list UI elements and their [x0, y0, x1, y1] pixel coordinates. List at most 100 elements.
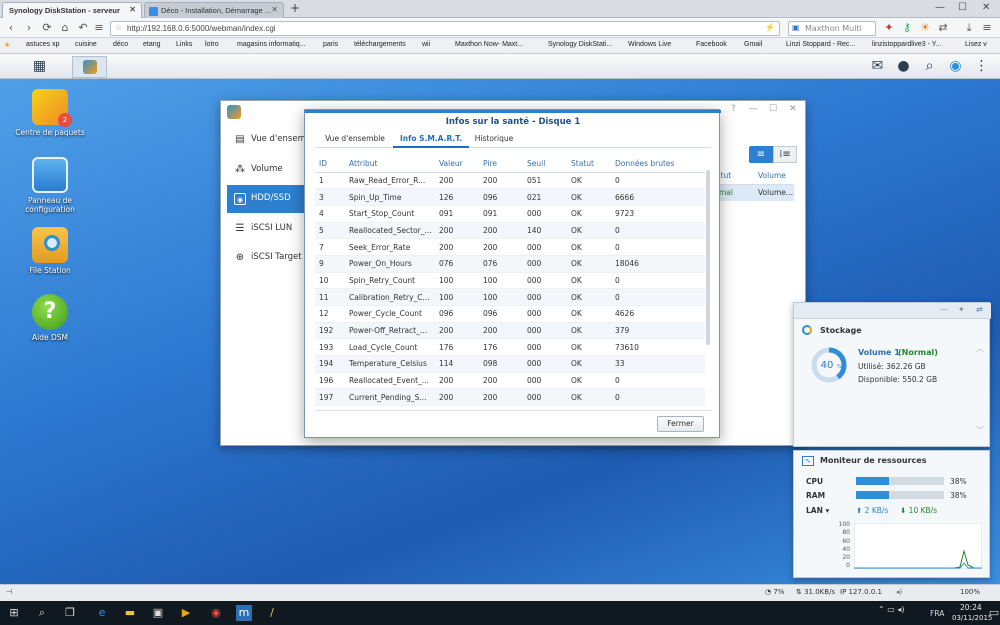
- table-row[interactable]: 10 Spin_Retry_Count 100 100 000 OK 0: [315, 272, 705, 290]
- column-header-raw-data[interactable]: Données brutes: [611, 156, 705, 173]
- column-header-worst[interactable]: Pire: [479, 156, 523, 173]
- input-language[interactable]: FRA: [930, 609, 944, 618]
- help-icon[interactable]: ?: [731, 104, 736, 114]
- table-row[interactable]: 193 Load_Cycle_Count 176 176 000 OK 73610: [315, 338, 705, 357]
- pin-icon[interactable]: ✦: [882, 21, 896, 35]
- minimize-icon[interactable]: —: [940, 305, 948, 314]
- chevron-up-icon[interactable]: ︿: [976, 343, 984, 354]
- back-icon[interactable]: ‹: [4, 21, 18, 35]
- table-row[interactable]: 3 Spin_Up_Time 126 096 021 OK 6666: [315, 188, 705, 206]
- forward-icon[interactable]: ›: [22, 21, 36, 35]
- minimize-icon[interactable]: —: [935, 2, 945, 13]
- close-button[interactable]: Fermer: [657, 416, 704, 432]
- download-icon[interactable]: ⤓: [962, 21, 976, 35]
- bookmark[interactable]: Facebook: [696, 41, 727, 48]
- table-row[interactable]: 5 Reallocated_Sector_... 200 200 140 OK 0: [315, 222, 705, 240]
- options-icon[interactable]: ⋮: [972, 57, 991, 76]
- feather-icon[interactable]: ∕: [264, 605, 280, 621]
- lan-label[interactable]: LAN ▾: [806, 506, 829, 515]
- bookmark[interactable]: paris: [323, 41, 338, 48]
- bookmark[interactable]: Linzi Stoppard - Rec...: [786, 41, 855, 48]
- notification-icon[interactable]: ✉: [868, 57, 887, 76]
- bookmark[interactable]: astuces xp: [26, 41, 59, 48]
- zoom-level[interactable]: 100%: [960, 588, 980, 596]
- table-row[interactable]: 4 Start_Stop_Count 091 091 000 OK 9723: [315, 205, 705, 223]
- search-icon[interactable]: ⌕: [920, 57, 939, 76]
- sidebar-item-volume[interactable]: ⁂ Volume: [227, 156, 305, 184]
- table-row[interactable]: 194 Temperature_Celsius 114 098 000 OK 33: [315, 355, 705, 373]
- widgets-icon[interactable]: ◉: [946, 57, 965, 76]
- storage-manager-taskbar-button[interactable]: [72, 56, 107, 78]
- column-header-value[interactable]: Valeur: [435, 156, 479, 173]
- menu-icon[interactable]: ≡: [92, 21, 106, 35]
- favorites-star-icon[interactable]: ★: [4, 41, 10, 49]
- table-row[interactable]: 7 Seek_Error_Rate 200 200 000 OK 0: [315, 238, 705, 256]
- sidebar-item-iscsi-target[interactable]: ⊕ iSCSI Target: [227, 244, 305, 272]
- table-row[interactable]: 197 Current_Pending_S... 200 200 000 OK 0: [315, 388, 705, 407]
- table-row[interactable]: 12 Power_Cycle_Count 096 096 000 OK 4626: [315, 305, 705, 323]
- mute-icon[interactable]: ◂): [896, 588, 902, 596]
- sidebar-toggle-icon[interactable]: ⊣: [6, 588, 12, 596]
- list-view-button[interactable]: ≡: [749, 146, 773, 163]
- table-row[interactable]: 196 Reallocated_Event_... 200 200 000 OK 0: [315, 372, 705, 390]
- table-row[interactable]: 192 Power-Off_Retract_... 200 200 000 OK 379: [315, 322, 705, 340]
- bookmark[interactable]: etang: [143, 41, 161, 48]
- pin-icon[interactable]: ✦: [958, 305, 965, 314]
- bookmark[interactable]: téléchargements: [354, 41, 406, 48]
- tab-history[interactable]: Historique: [469, 130, 519, 148]
- bookmark[interactable]: linzistoppardlive3 - Y...: [872, 41, 941, 48]
- smart-table-container[interactable]: ID Attribut Valeur Pire Seuil Statut Don…: [315, 156, 705, 411]
- bookmark[interactable]: Lisez v: [965, 41, 987, 48]
- new-tab-icon[interactable]: +: [290, 1, 300, 15]
- browser-tab-active[interactable]: Synology DiskStation - serveur ✕: [2, 2, 142, 18]
- reload-icon[interactable]: ⟳: [40, 21, 54, 35]
- task-view-icon[interactable]: ❐: [62, 605, 78, 621]
- grid-view-button[interactable]: ⁞≡: [773, 146, 797, 163]
- close-icon[interactable]: ✕: [789, 104, 797, 114]
- column-header-threshold[interactable]: Seuil: [523, 156, 567, 173]
- bookmark[interactable]: magasins informatiq...: [237, 41, 305, 48]
- windows-start-icon[interactable]: ⊞: [6, 605, 22, 621]
- share-icon[interactable]: ⇄: [936, 21, 950, 35]
- table-row[interactable]: 1 Raw_Read_Error_R... 200 200 051 OK 0: [315, 172, 705, 190]
- close-icon[interactable]: ✕: [271, 5, 278, 14]
- widget-settings-icon[interactable]: ⇌: [976, 305, 983, 314]
- search-input[interactable]: ▣ Maxthon Multi: [788, 21, 876, 36]
- sidebar-item-hdd-ssd[interactable]: ◉ HDD/SSD: [227, 185, 305, 213]
- disk-table-row[interactable]: rmal Volume...: [716, 185, 794, 201]
- media-player-icon[interactable]: ▶: [178, 605, 194, 621]
- volume-name[interactable]: Volume 1: [858, 348, 900, 357]
- bookmark[interactable]: Links: [176, 41, 192, 48]
- bookmark[interactable]: wii: [422, 41, 430, 48]
- main-menu-icon[interactable]: ▦: [30, 57, 49, 76]
- bookmark[interactable]: cuisine: [75, 41, 97, 48]
- bookmark[interactable]: déco: [113, 41, 128, 48]
- user-icon[interactable]: ●: [894, 57, 913, 76]
- maxthon-icon[interactable]: m: [236, 605, 252, 621]
- desktop-icon-package-center[interactable]: 2 Centre de paquets: [15, 89, 85, 137]
- tab-overview[interactable]: Vue d'ensemble: [319, 130, 391, 148]
- browser-tab[interactable]: Déco - Installation, Démarrage ... ✕: [144, 2, 284, 18]
- column-header-status[interactable]: Statut: [567, 156, 611, 173]
- table-row[interactable]: 9 Power_On_Hours 076 076 000 OK 18046: [315, 255, 705, 273]
- clock-time[interactable]: 20:24: [960, 603, 982, 612]
- window-close-icon[interactable]: ✕: [982, 2, 990, 13]
- bookmark[interactable]: Gmail: [744, 41, 762, 48]
- chevron-down-icon[interactable]: ﹀: [976, 425, 984, 436]
- desktop-icon-control-panel[interactable]: Panneau de configuration: [15, 157, 85, 214]
- file-explorer-icon[interactable]: ▬: [122, 605, 138, 621]
- undo-icon[interactable]: ↶: [76, 21, 90, 35]
- key-icon[interactable]: ⚷: [900, 21, 914, 35]
- home-icon[interactable]: ⌂: [58, 21, 72, 35]
- scrollbar[interactable]: [706, 170, 710, 345]
- settings-icon[interactable]: ≡: [980, 21, 994, 35]
- maximize-icon[interactable]: ☐: [958, 2, 967, 13]
- edge-browser-icon[interactable]: e: [94, 605, 110, 621]
- lightning-icon[interactable]: ⚡: [765, 23, 775, 32]
- tab-smart-info[interactable]: Info S.M.A.R.T.: [393, 130, 469, 148]
- sidebar-item-iscsi-lun[interactable]: ☰ iSCSI LUN: [227, 215, 305, 243]
- firefox-icon[interactable]: ◉: [208, 605, 224, 621]
- maximize-icon[interactable]: ☐: [769, 104, 777, 114]
- notifications-icon[interactable]: ▭: [986, 605, 1000, 621]
- desktop-icon-dsm-help[interactable]: ? Aide DSM: [15, 294, 85, 342]
